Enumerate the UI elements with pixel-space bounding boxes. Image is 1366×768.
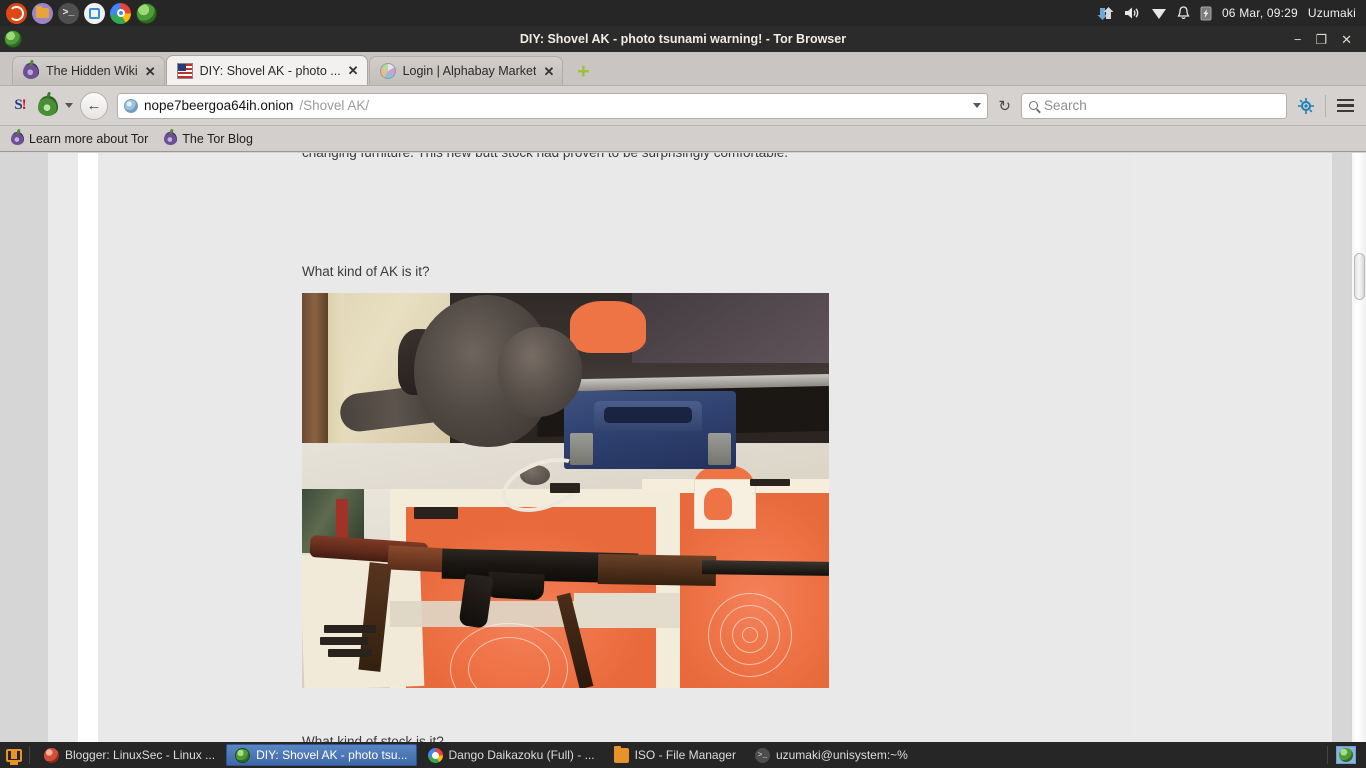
taskbar-item-shovel-ak[interactable]: DIY: Shovel AK - photo tsu...: [226, 744, 417, 766]
noscript-letter: S: [14, 97, 22, 113]
tab-close-icon[interactable]: ✕: [543, 65, 554, 78]
window-buttons: − ❐ ✕: [1294, 33, 1366, 46]
bookmark-learn-more-about-tor[interactable]: Learn more about Tor: [11, 132, 148, 146]
tab-close-icon[interactable]: ✕: [348, 64, 359, 77]
tab-label: Login | Alphabay Market: [402, 64, 537, 78]
vertical-scrollbar[interactable]: [1351, 153, 1366, 742]
tab-label: The Hidden Wiki: [46, 64, 138, 78]
us-flag-favicon: [176, 62, 193, 79]
top-system-panel: >_ 06 Mar, 09:29 Uzumaki: [0, 0, 1366, 26]
heading-what-kind-of-ak: What kind of AK is it?: [302, 264, 430, 279]
article-photo[interactable]: [302, 293, 829, 688]
window-switcher-icon[interactable]: [84, 2, 105, 24]
scrollbar-thumb[interactable]: [1354, 253, 1365, 300]
site-identity-globe-icon: [124, 98, 138, 113]
tor-globe-icon: [235, 747, 251, 763]
user-menu[interactable]: Uzumaki: [1308, 6, 1356, 20]
tab-hidden-wiki[interactable]: The Hidden Wiki ✕: [12, 56, 165, 85]
system-clock[interactable]: 06 Mar, 09:29: [1222, 6, 1298, 20]
page-viewport[interactable]: changing furniture. This new butt stock …: [0, 153, 1366, 742]
onion-bookmark-icon: [164, 132, 178, 145]
launcher-row: >_: [0, 2, 157, 24]
tab-strip: The Hidden Wiki ✕ DIY: Shovel AK - photo…: [0, 52, 1366, 86]
url-host: nope7beergoa64ih.onion: [144, 98, 294, 113]
taskbar-item-label: uzumaki@unisystem:~%: [775, 748, 908, 762]
tor-browser-launcher-icon[interactable]: [136, 2, 157, 24]
navigation-toolbar: S! ← nope7beergoa64ih.onion/Shovel AK/ ↻…: [0, 86, 1366, 126]
taskbar-item-file-manager[interactable]: ISO - File Manager: [606, 744, 744, 766]
heading-what-kind-of-stock: What kind of stock is it?: [302, 734, 444, 742]
tab-alphabay-login[interactable]: Login | Alphabay Market ✕: [368, 56, 564, 85]
noscript-icon[interactable]: S!: [9, 96, 31, 116]
globe-red-icon: [44, 747, 59, 763]
taskbar-divider: [29, 746, 30, 764]
ubuntu-launcher-icon[interactable]: [6, 2, 27, 24]
window-app-icon: [4, 30, 22, 48]
reload-button[interactable]: ↻: [995, 97, 1014, 115]
chrome-icon: [427, 747, 443, 763]
bottom-taskbar: Blogger: LinuxSec - Linux ... DIY: Shove…: [0, 742, 1366, 768]
blog-article: changing furniture. This new butt stock …: [98, 153, 1131, 742]
volume-icon[interactable]: [1124, 4, 1141, 22]
show-desktop-icon[interactable]: [2, 744, 26, 766]
chrome-launcher-icon[interactable]: [110, 2, 131, 24]
bookmark-the-tor-blog[interactable]: The Tor Blog: [164, 132, 253, 146]
tor-onion-icon[interactable]: [38, 95, 58, 116]
battery-charging-icon[interactable]: [1200, 4, 1212, 22]
taskbar-item-label: Dango Daikazoku (Full) - ...: [448, 748, 595, 762]
maximize-button[interactable]: ❐: [1315, 33, 1327, 46]
search-placeholder: Search: [1044, 98, 1087, 113]
hamburger-menu-icon[interactable]: [1333, 98, 1357, 113]
tab-close-icon[interactable]: ✕: [145, 65, 156, 78]
bookmark-label: Learn more about Tor: [29, 131, 149, 146]
system-tray: 06 Mar, 09:29 Uzumaki: [1097, 4, 1366, 22]
url-dropdown-icon[interactable]: [973, 103, 982, 108]
files-launcher-icon[interactable]: [32, 2, 53, 24]
alphabay-favicon: [379, 63, 396, 79]
https-everywhere-icon[interactable]: [1294, 97, 1318, 115]
terminal-launcher-icon[interactable]: >_: [58, 2, 79, 24]
new-tab-button[interactable]: +: [570, 57, 596, 85]
url-path: /Shovel AK/: [299, 98, 370, 113]
taskbar-window-list: Blogger: LinuxSec - Linux ... DIY: Shove…: [36, 744, 1327, 766]
noscript-bang: !: [21, 97, 27, 113]
onion-bookmark-icon: [11, 132, 24, 145]
taskbar-item-dango-daikazoku[interactable]: Dango Daikazoku (Full) - ...: [420, 744, 603, 766]
tor-tray-icon[interactable]: [1336, 746, 1356, 764]
taskbar-item-label: ISO - File Manager: [634, 748, 736, 762]
bookmarks-toolbar: Learn more about Tor The Tor Blog: [0, 126, 1366, 152]
network-up-down-icon[interactable]: [1097, 4, 1114, 22]
close-button[interactable]: ✕: [1341, 33, 1352, 46]
bookmark-label: The Tor Blog: [182, 131, 253, 146]
tab-label: DIY: Shovel AK - photo ...: [199, 63, 341, 78]
terminal-icon: >_: [754, 747, 770, 763]
taskbar-tray: [1327, 746, 1366, 764]
bell-icon[interactable]: [1177, 4, 1190, 22]
wifi-icon[interactable]: [1151, 4, 1167, 22]
window-titlebar: DIY: Shovel AK - photo tsunami warning! …: [0, 26, 1366, 52]
taskbar-tray-divider: [1327, 746, 1328, 764]
tab-shovel-ak[interactable]: DIY: Shovel AK - photo ... ✕: [165, 55, 368, 85]
taskbar-item-label: DIY: Shovel AK - photo tsu...: [256, 748, 408, 762]
minimize-button[interactable]: −: [1294, 33, 1302, 46]
window-title: DIY: Shovel AK - photo tsunami warning! …: [519, 32, 847, 46]
taskbar-item-label: Blogger: LinuxSec - Linux ...: [65, 748, 216, 762]
search-input[interactable]: Search: [1021, 92, 1287, 119]
folder-icon: [613, 745, 629, 763]
taskbar-item-blogger[interactable]: Blogger: LinuxSec - Linux ...: [36, 744, 223, 766]
back-button[interactable]: ←: [80, 91, 108, 120]
tor-browser-window: DIY: Shovel AK - photo tsunami warning! …: [0, 26, 1366, 742]
toolbar-divider: [1325, 94, 1326, 117]
url-bar[interactable]: nope7beergoa64ih.onion/Shovel AK/: [117, 92, 989, 119]
chevron-down-icon[interactable]: [65, 103, 73, 108]
search-icon: [1029, 101, 1038, 110]
onion-favicon: [23, 63, 39, 79]
paragraph-clipped: changing furniture. This new butt stock …: [302, 153, 1062, 162]
taskbar-item-terminal[interactable]: >_ uzumaki@unisystem:~%: [747, 744, 916, 766]
